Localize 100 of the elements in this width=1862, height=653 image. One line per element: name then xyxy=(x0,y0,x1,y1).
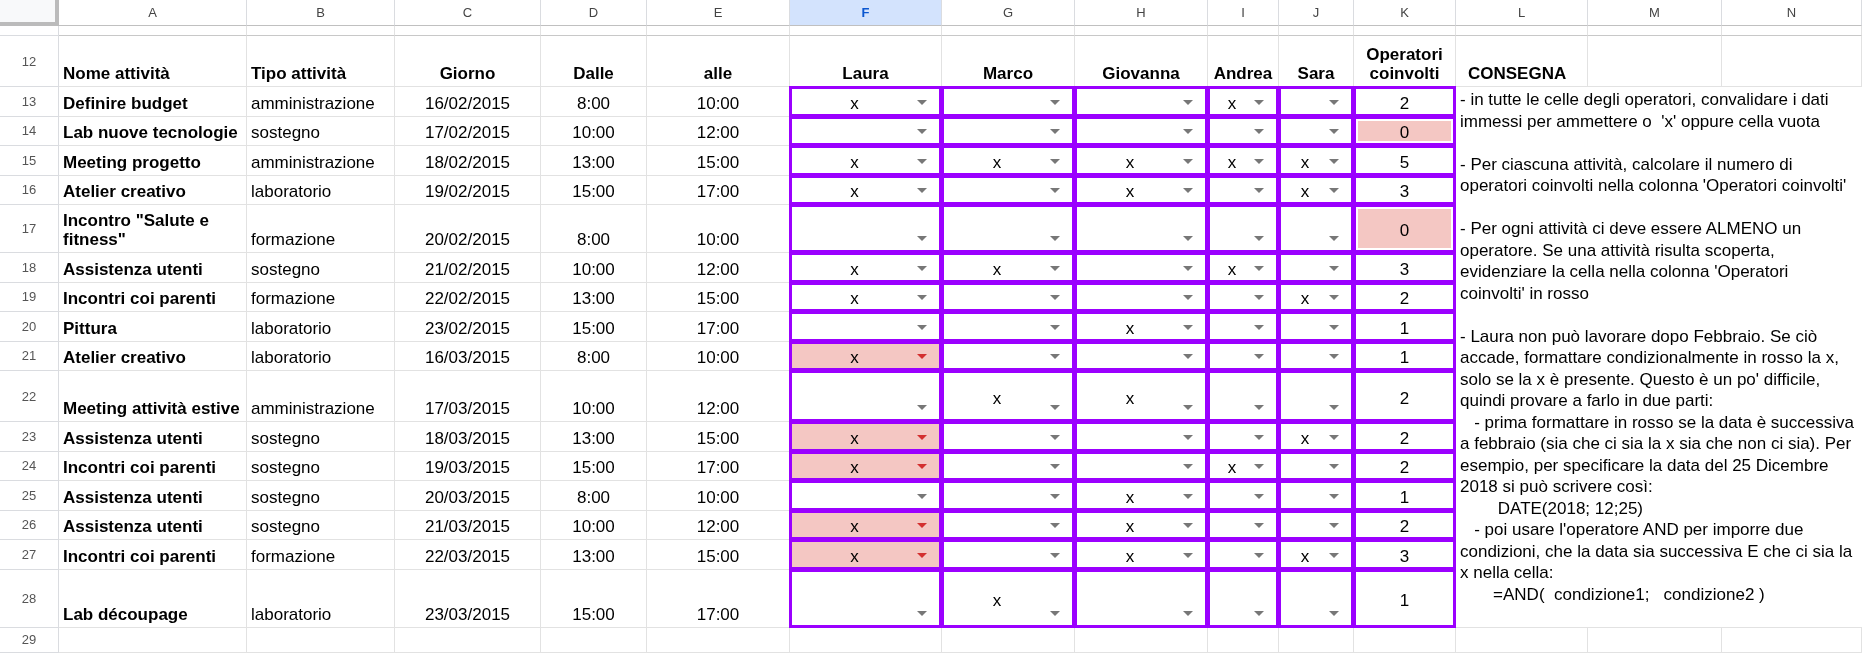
caret-icon[interactable] xyxy=(1050,295,1060,300)
row-number[interactable]: 24 xyxy=(0,451,59,481)
column-header[interactable]: H xyxy=(1075,0,1208,26)
caret-icon[interactable] xyxy=(1050,493,1060,499)
row-number[interactable]: 27 xyxy=(0,540,59,570)
caret-icon[interactable] xyxy=(1329,129,1339,134)
caret-icon[interactable] xyxy=(1050,354,1060,359)
caret-icon[interactable] xyxy=(917,158,927,164)
caret-icon[interactable] xyxy=(1329,354,1339,359)
dropdown-cell[interactable] xyxy=(1074,252,1208,283)
caret-icon[interactable] xyxy=(1329,434,1339,440)
dropdown-cell[interactable]: x xyxy=(941,145,1075,176)
column-header[interactable]: J xyxy=(1279,0,1354,26)
caret-icon[interactable] xyxy=(1183,434,1193,440)
column-header[interactable]: K xyxy=(1354,0,1456,26)
column-header[interactable]: F xyxy=(790,0,942,26)
caret-icon[interactable] xyxy=(917,493,927,499)
dropdown-cell[interactable]: x xyxy=(789,539,942,570)
dropdown-cell[interactable] xyxy=(1207,370,1279,422)
row-number[interactable]: 18 xyxy=(0,253,59,283)
dropdown-cell[interactable] xyxy=(1074,86,1208,117)
dropdown-cell[interactable]: x xyxy=(1278,421,1354,452)
caret-icon[interactable] xyxy=(1254,610,1264,616)
dropdown-cell[interactable] xyxy=(789,204,942,253)
caret-icon[interactable] xyxy=(1050,129,1060,134)
column-header[interactable]: L xyxy=(1456,0,1588,26)
caret-icon[interactable] xyxy=(1329,405,1339,410)
dropdown-cell[interactable] xyxy=(789,311,942,342)
caret-icon[interactable] xyxy=(1254,295,1264,300)
caret-icon[interactable] xyxy=(1254,188,1264,193)
column-header[interactable]: B xyxy=(247,0,395,26)
caret-icon[interactable] xyxy=(917,434,927,440)
caret-icon[interactable] xyxy=(1329,99,1339,105)
dropdown-cell[interactable]: x xyxy=(941,252,1075,283)
caret-icon[interactable] xyxy=(1183,324,1193,330)
caret-icon[interactable] xyxy=(1050,236,1060,241)
dropdown-cell[interactable] xyxy=(941,86,1075,117)
row-number[interactable]: 23 xyxy=(0,422,59,452)
caret-icon[interactable] xyxy=(1329,610,1339,616)
dropdown-cell[interactable] xyxy=(1074,568,1208,628)
caret-icon[interactable] xyxy=(1050,405,1060,410)
caret-icon[interactable] xyxy=(1254,552,1264,558)
caret-icon[interactable] xyxy=(1254,405,1264,410)
dropdown-cell[interactable]: x xyxy=(941,370,1075,422)
dropdown-cell[interactable] xyxy=(789,370,942,422)
dropdown-cell[interactable]: x xyxy=(1074,311,1208,342)
dropdown-cell[interactable] xyxy=(1074,421,1208,452)
caret-icon[interactable] xyxy=(1254,158,1264,164)
caret-icon[interactable] xyxy=(1050,265,1060,271)
dropdown-cell[interactable] xyxy=(941,480,1075,511)
caret-icon[interactable] xyxy=(917,354,927,359)
dropdown-cell[interactable]: x xyxy=(1074,370,1208,422)
column-header[interactable]: C xyxy=(395,0,541,26)
dropdown-cell[interactable]: x xyxy=(789,252,942,283)
caret-icon[interactable] xyxy=(1329,188,1339,193)
caret-icon[interactable] xyxy=(1183,552,1193,558)
dropdown-cell[interactable] xyxy=(1207,480,1279,511)
caret-icon[interactable] xyxy=(1329,464,1339,469)
caret-icon[interactable] xyxy=(1050,610,1060,616)
caret-icon[interactable] xyxy=(1254,129,1264,134)
dropdown-cell[interactable]: x xyxy=(1207,145,1279,176)
caret-icon[interactable] xyxy=(917,236,927,241)
column-header[interactable]: G xyxy=(942,0,1075,26)
dropdown-cell[interactable]: x xyxy=(789,145,942,176)
dropdown-cell[interactable]: x xyxy=(941,568,1075,628)
dropdown-cell[interactable]: x xyxy=(1207,252,1279,283)
column-header[interactable]: I xyxy=(1208,0,1279,26)
dropdown-cell[interactable]: x xyxy=(1278,539,1354,570)
dropdown-cell[interactable] xyxy=(789,480,942,511)
dropdown-cell[interactable]: x xyxy=(1207,86,1279,117)
dropdown-cell[interactable] xyxy=(941,421,1075,452)
caret-icon[interactable] xyxy=(917,265,927,271)
dropdown-cell[interactable]: x xyxy=(789,421,942,452)
caret-icon[interactable] xyxy=(1254,236,1264,241)
dropdown-cell[interactable] xyxy=(941,204,1075,253)
caret-icon[interactable] xyxy=(1183,493,1193,499)
row-number[interactable]: 14 xyxy=(0,116,59,146)
caret-icon[interactable] xyxy=(1050,99,1060,105)
column-header[interactable]: D xyxy=(541,0,647,26)
dropdown-cell[interactable] xyxy=(1278,311,1354,342)
caret-icon[interactable] xyxy=(1254,265,1264,271)
caret-icon[interactable] xyxy=(1050,434,1060,440)
dropdown-cell[interactable] xyxy=(1207,568,1279,628)
column-header[interactable]: N xyxy=(1722,0,1862,26)
caret-icon[interactable] xyxy=(1183,405,1193,410)
caret-icon[interactable] xyxy=(1254,523,1264,528)
dropdown-cell[interactable] xyxy=(1278,370,1354,422)
row-number[interactable]: 17 xyxy=(0,205,59,253)
caret-icon[interactable] xyxy=(917,188,927,193)
caret-icon[interactable] xyxy=(917,129,927,134)
row-number[interactable]: 25 xyxy=(0,481,59,511)
row-number[interactable]: 16 xyxy=(0,175,59,205)
caret-icon[interactable] xyxy=(1329,236,1339,241)
dropdown-cell[interactable] xyxy=(1207,421,1279,452)
row-number[interactable]: 13 xyxy=(0,87,59,117)
caret-icon[interactable] xyxy=(1254,99,1264,105)
caret-icon[interactable] xyxy=(1050,324,1060,330)
dropdown-cell[interactable] xyxy=(1278,204,1354,253)
dropdown-cell[interactable] xyxy=(789,568,942,628)
dropdown-cell[interactable]: x xyxy=(1074,145,1208,176)
